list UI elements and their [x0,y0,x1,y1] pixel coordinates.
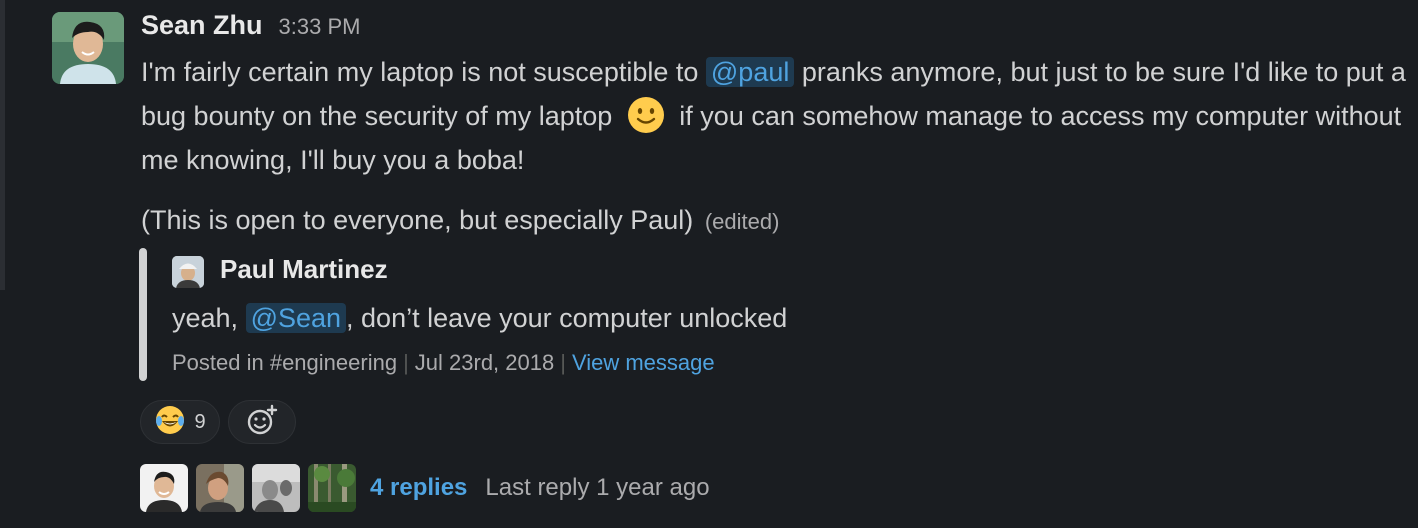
mention-sean[interactable]: @Sean [245,303,347,333]
avatar[interactable] [140,464,188,512]
shared-author-name[interactable]: Paul Martinez [220,254,388,285]
meta-divider: | [403,350,409,375]
timestamp[interactable]: 3:33 PM [279,14,361,40]
last-reply-text: Last reply 1 year ago [485,474,710,501]
shared-message-meta: Posted in #engineering | Jul 23rd, 2018 | Vi… [172,348,715,378]
posted-in-channel[interactable]: Posted in #engineering [172,350,397,375]
add-reaction-icon [245,403,279,442]
replies-link[interactable]: 4 replies [370,474,467,502]
edited-label: (edited) [704,209,780,234]
add-reaction-button[interactable] [228,400,296,444]
slightly-smiling-face-icon [626,95,666,135]
message-header: Sean Zhu 3:33 PM [141,10,360,46]
reaction-joy[interactable]: 9 [140,400,220,444]
joy-icon [154,404,186,441]
mention-paul[interactable]: @paul [705,57,795,87]
avatar[interactable] [252,464,300,512]
paragraph-text: (This is open to everyone, but especiall… [141,205,694,235]
meta-divider: | [560,350,566,375]
message-paragraph: (This is open to everyone, but especiall… [141,200,779,242]
shared-text: yeah, [172,303,246,333]
thread-summary[interactable]: 4 replies Last reply 1 year ago [140,463,710,513]
avatar[interactable] [308,464,356,512]
message-body: I'm fairly certain my laptop is not susc… [141,50,1406,182]
message-text: I'm fairly certain my laptop is not susc… [141,57,706,87]
shared-date[interactable]: Jul 23rd, 2018 [415,350,554,375]
shared-author-avatar[interactable] [172,256,204,288]
quote-bar [139,248,147,381]
avatar[interactable] [52,12,124,84]
message: Sean Zhu 3:33 PM I'm fairly certain my l… [0,0,1418,528]
author-name[interactable]: Sean Zhu [141,10,263,41]
view-message-link[interactable]: View message [572,350,715,375]
reaction-count: 9 [194,410,206,433]
shared-message-text: yeah, @Sean, don’t leave your computer u… [172,298,787,338]
shared-text: , don’t leave your computer unlocked [346,303,788,333]
avatar[interactable] [196,464,244,512]
